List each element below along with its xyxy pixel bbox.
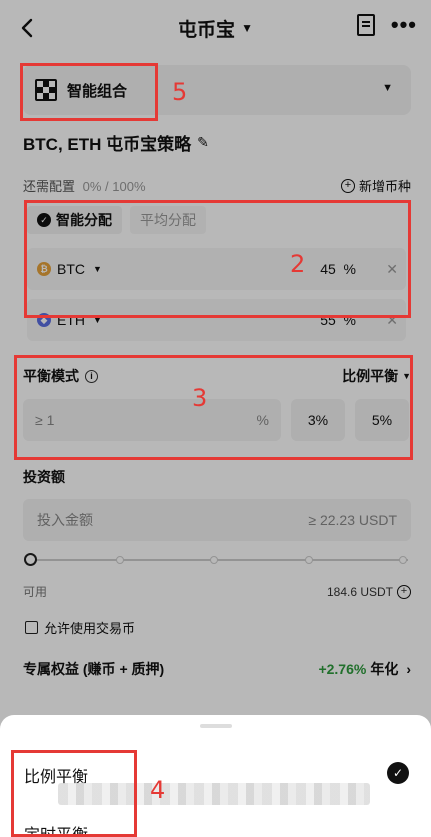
balance-mode-sheet: 比例平衡 ✓ 定时平衡 <box>0 715 431 837</box>
modal-overlay[interactable] <box>0 0 431 837</box>
app-screen: 屯币宝 ▼ ••• 智能组合 ▼ BTC, ETH 屯币宝策略 ✎ 还需配置 0… <box>0 0 431 837</box>
annotation-number: 3 <box>192 384 208 412</box>
option-scheduled-balance[interactable]: 定时平衡 <box>24 821 88 837</box>
blurred-description <box>58 783 370 805</box>
annotation-number: 2 <box>290 250 306 278</box>
annotation-number: 4 <box>150 776 166 804</box>
annotation-number: 5 <box>172 78 188 106</box>
sheet-handle[interactable] <box>200 724 232 728</box>
check-icon: ✓ <box>387 762 409 784</box>
